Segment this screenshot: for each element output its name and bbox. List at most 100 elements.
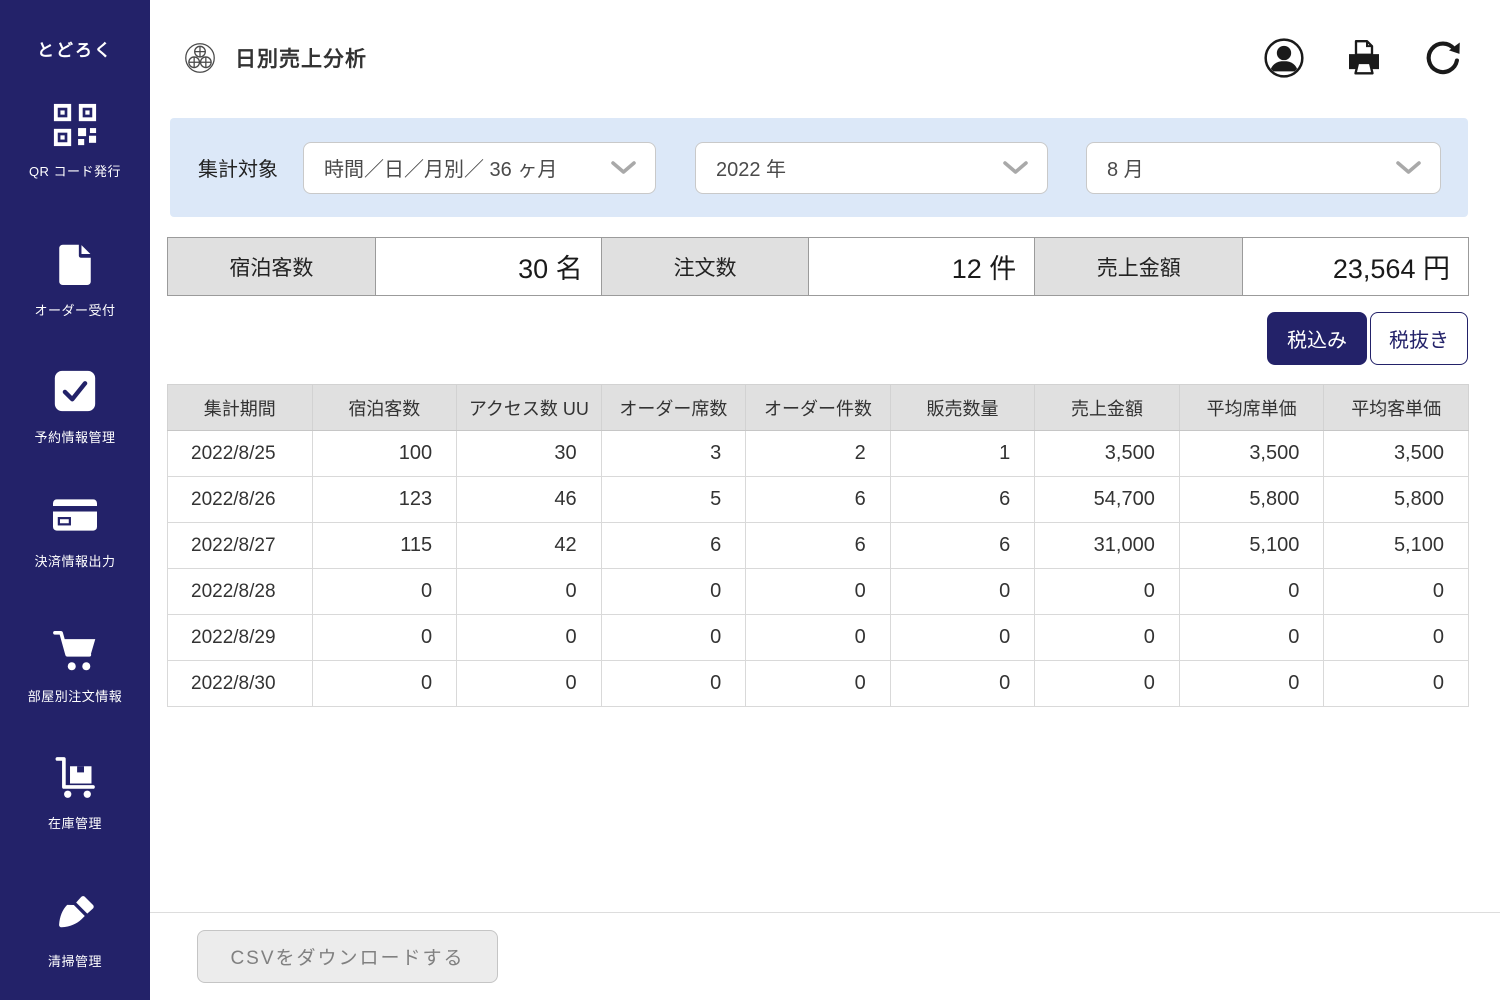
value-cell: 3,500 (1324, 431, 1469, 477)
sidebar-item-label: 清掃管理 (0, 951, 150, 970)
year-value: 2022 年 (716, 153, 786, 182)
value-cell: 0 (312, 661, 457, 707)
table-body: 2022/8/25100303213,5003,5003,5002022/8/2… (168, 431, 1469, 707)
value-cell: 30 (457, 431, 602, 477)
value-cell: 5,100 (1179, 523, 1324, 569)
summary-guests-label: 宿泊客数 (168, 238, 375, 295)
trolley-icon (0, 752, 150, 802)
page-title: 日別売上分析 (235, 43, 367, 73)
sidebar-item-inventory-management[interactable]: 在庫管理 (0, 752, 150, 832)
qr-code-icon (0, 100, 150, 150)
tax-excluded-button[interactable]: 税抜き (1370, 312, 1468, 365)
period-cell: 2022/8/30 (168, 661, 313, 707)
value-cell: 0 (1324, 569, 1469, 615)
value-cell: 0 (312, 615, 457, 661)
value-cell: 0 (1179, 615, 1324, 661)
app-logo-icon (183, 41, 217, 75)
value-cell: 5,100 (1324, 523, 1469, 569)
filter-panel: 集計対象 時間／日／月別／ 36 ヶ月 2022 年 8 月 (170, 118, 1468, 217)
table-row: 2022/8/2900000000 (168, 615, 1469, 661)
value-cell: 0 (1324, 661, 1469, 707)
page-header: 日別売上分析 (150, 0, 1500, 115)
col-header-order-count: オーダー件数 (746, 385, 891, 431)
col-header-access-uu: アクセス数 UU (457, 385, 602, 431)
col-header-guests: 宿泊客数 (312, 385, 457, 431)
value-cell: 123 (312, 477, 457, 523)
sidebar-item-label: 決済情報出力 (0, 551, 150, 570)
value-cell: 6 (890, 477, 1035, 523)
period-cell: 2022/8/27 (168, 523, 313, 569)
value-cell: 5 (601, 477, 746, 523)
value-cell: 0 (457, 615, 602, 661)
printer-icon[interactable] (1344, 39, 1384, 76)
value-cell: 0 (312, 569, 457, 615)
table-row: 2022/8/3000000000 (168, 661, 1469, 707)
sidebar-item-label: 在庫管理 (0, 813, 150, 832)
value-cell: 46 (457, 477, 602, 523)
col-header-period: 集計期間 (168, 385, 313, 431)
col-header-avg-seat-price: 平均席単価 (1179, 385, 1324, 431)
sidebar-item-qr-code[interactable]: QR コード発行 (0, 100, 150, 180)
cart-icon (0, 625, 150, 675)
user-avatar-icon[interactable] (1264, 38, 1304, 78)
csv-download-button[interactable]: CSVをダウンロードする (197, 930, 498, 983)
value-cell: 6 (746, 477, 891, 523)
value-cell: 3,500 (1179, 431, 1324, 477)
tax-included-button[interactable]: 税込み (1267, 312, 1367, 365)
sidebar-item-order-reception[interactable]: オーダー受付 (0, 239, 150, 319)
value-cell: 1 (890, 431, 1035, 477)
period-cell: 2022/8/26 (168, 477, 313, 523)
sidebar-item-room-orders[interactable]: 部屋別注文情報 (0, 625, 150, 705)
month-value: 8 月 (1107, 153, 1144, 182)
summary-guests-value: 30 名 (375, 238, 601, 295)
month-dropdown[interactable]: 8 月 (1086, 142, 1441, 194)
period-type-value: 時間／日／月別／ 36 ヶ月 (324, 153, 557, 182)
value-cell: 6 (601, 523, 746, 569)
period-type-dropdown[interactable]: 時間／日／月別／ 36 ヶ月 (303, 142, 656, 194)
main-content: 日別売上分析 (150, 0, 1500, 1000)
value-cell: 6 (746, 523, 891, 569)
value-cell: 0 (746, 661, 891, 707)
value-cell: 0 (1035, 615, 1180, 661)
period-cell: 2022/8/25 (168, 431, 313, 477)
value-cell: 0 (746, 569, 891, 615)
period-cell: 2022/8/28 (168, 569, 313, 615)
value-cell: 0 (746, 615, 891, 661)
checkbox-icon (0, 366, 150, 416)
value-cell: 2 (746, 431, 891, 477)
table-row: 2022/8/261234656654,7005,8005,800 (168, 477, 1469, 523)
value-cell: 0 (601, 569, 746, 615)
value-cell: 3 (601, 431, 746, 477)
value-cell: 0 (457, 661, 602, 707)
summary-sales-value: 23,564 円 (1242, 238, 1468, 295)
period-cell: 2022/8/29 (168, 615, 313, 661)
year-dropdown[interactable]: 2022 年 (695, 142, 1048, 194)
refresh-icon[interactable] (1424, 39, 1462, 77)
value-cell: 3,500 (1035, 431, 1180, 477)
value-cell: 0 (890, 569, 1035, 615)
sidebar-item-label: 部屋別注文情報 (0, 686, 150, 705)
sidebar-item-label: 予約情報管理 (0, 427, 150, 446)
value-cell: 6 (890, 523, 1035, 569)
value-cell: 0 (1035, 569, 1180, 615)
value-cell: 5,800 (1324, 477, 1469, 523)
value-cell: 100 (312, 431, 457, 477)
table-row: 2022/8/271154266631,0005,1005,100 (168, 523, 1469, 569)
value-cell: 0 (890, 661, 1035, 707)
summary-sales-label: 売上金額 (1034, 238, 1242, 295)
summary-orders-label: 注文数 (601, 238, 809, 295)
sidebar-item-label: オーダー受付 (0, 300, 150, 319)
col-header-avg-guest-price: 平均客単価 (1324, 385, 1469, 431)
col-header-sales-amount: 売上金額 (1035, 385, 1180, 431)
summary-bar: 宿泊客数 30 名 注文数 12 件 売上金額 23,564 円 (167, 237, 1469, 296)
value-cell: 31,000 (1035, 523, 1180, 569)
brush-icon (0, 890, 150, 940)
value-cell: 42 (457, 523, 602, 569)
value-cell: 0 (1035, 661, 1180, 707)
summary-orders-value: 12 件 (808, 238, 1034, 295)
sidebar-item-reservation-management[interactable]: 予約情報管理 (0, 366, 150, 446)
sidebar-item-payment-export[interactable]: 決済情報出力 (0, 490, 150, 570)
chevron-down-icon (1395, 160, 1422, 176)
col-header-sales-qty: 販売数量 (890, 385, 1035, 431)
sidebar-item-cleaning-management[interactable]: 清掃管理 (0, 890, 150, 970)
